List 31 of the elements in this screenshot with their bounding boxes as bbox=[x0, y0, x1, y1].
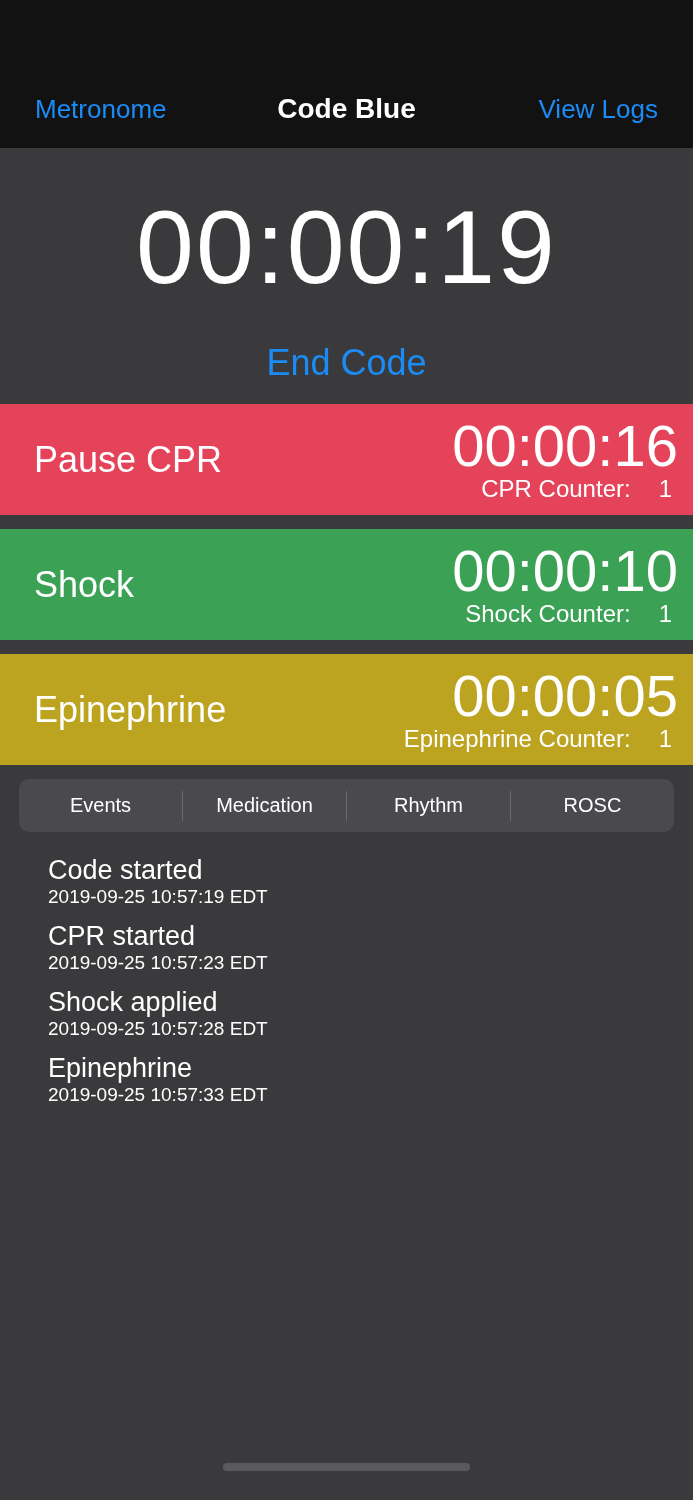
elapsed-timer: 00:00:19 bbox=[136, 192, 557, 302]
action-timer: 00:00:16 bbox=[452, 416, 678, 475]
view-logs-link[interactable]: View Logs bbox=[458, 92, 658, 126]
event-time: 2019-09-25 10:57:33 EDT bbox=[48, 1084, 269, 1106]
event-title: CPR started bbox=[48, 920, 197, 952]
end-code-button[interactable]: End Code bbox=[266, 342, 427, 384]
action-timer: 00:00:10 bbox=[452, 541, 678, 600]
counter-label: CPR Counter: bbox=[481, 474, 631, 503]
event-title: Epinephrine bbox=[48, 1052, 194, 1084]
counter-label: Shock Counter: bbox=[465, 599, 631, 628]
counter-label: Epinephrine Counter: bbox=[403, 724, 631, 753]
event-title: Shock applied bbox=[48, 986, 219, 1018]
segment-tab[interactable]: Events bbox=[19, 790, 182, 821]
segment-tab[interactable]: Rhythm bbox=[346, 790, 510, 821]
event-time: 2019-09-25 10:57:19 EDT bbox=[48, 886, 269, 908]
metronome-link[interactable]: Metronome bbox=[35, 92, 235, 126]
action-timer: 00:00:05 bbox=[452, 666, 678, 725]
segment-tab[interactable]: ROSC bbox=[510, 790, 674, 821]
event-time: 2019-09-25 10:57:28 EDT bbox=[48, 1018, 269, 1040]
action-band[interactable]: Shock 00:00:10 Shock Counter: 1 bbox=[0, 529, 693, 640]
counter-value: 1 bbox=[658, 599, 673, 628]
screen-title: Code Blue bbox=[277, 92, 416, 126]
segment-tab[interactable]: Medication bbox=[182, 790, 346, 821]
event-title: Code started bbox=[48, 854, 204, 886]
event-time: 2019-09-25 10:57:23 EDT bbox=[48, 952, 269, 974]
counter-value: 1 bbox=[658, 474, 673, 503]
action-label: Shock bbox=[34, 563, 135, 606]
counter-value: 1 bbox=[658, 724, 673, 753]
action-band[interactable]: Pause CPR 00:00:16 CPR Counter: 1 bbox=[0, 404, 693, 515]
action-label: Pause CPR bbox=[34, 438, 223, 481]
action-label: Epinephrine bbox=[34, 688, 227, 731]
